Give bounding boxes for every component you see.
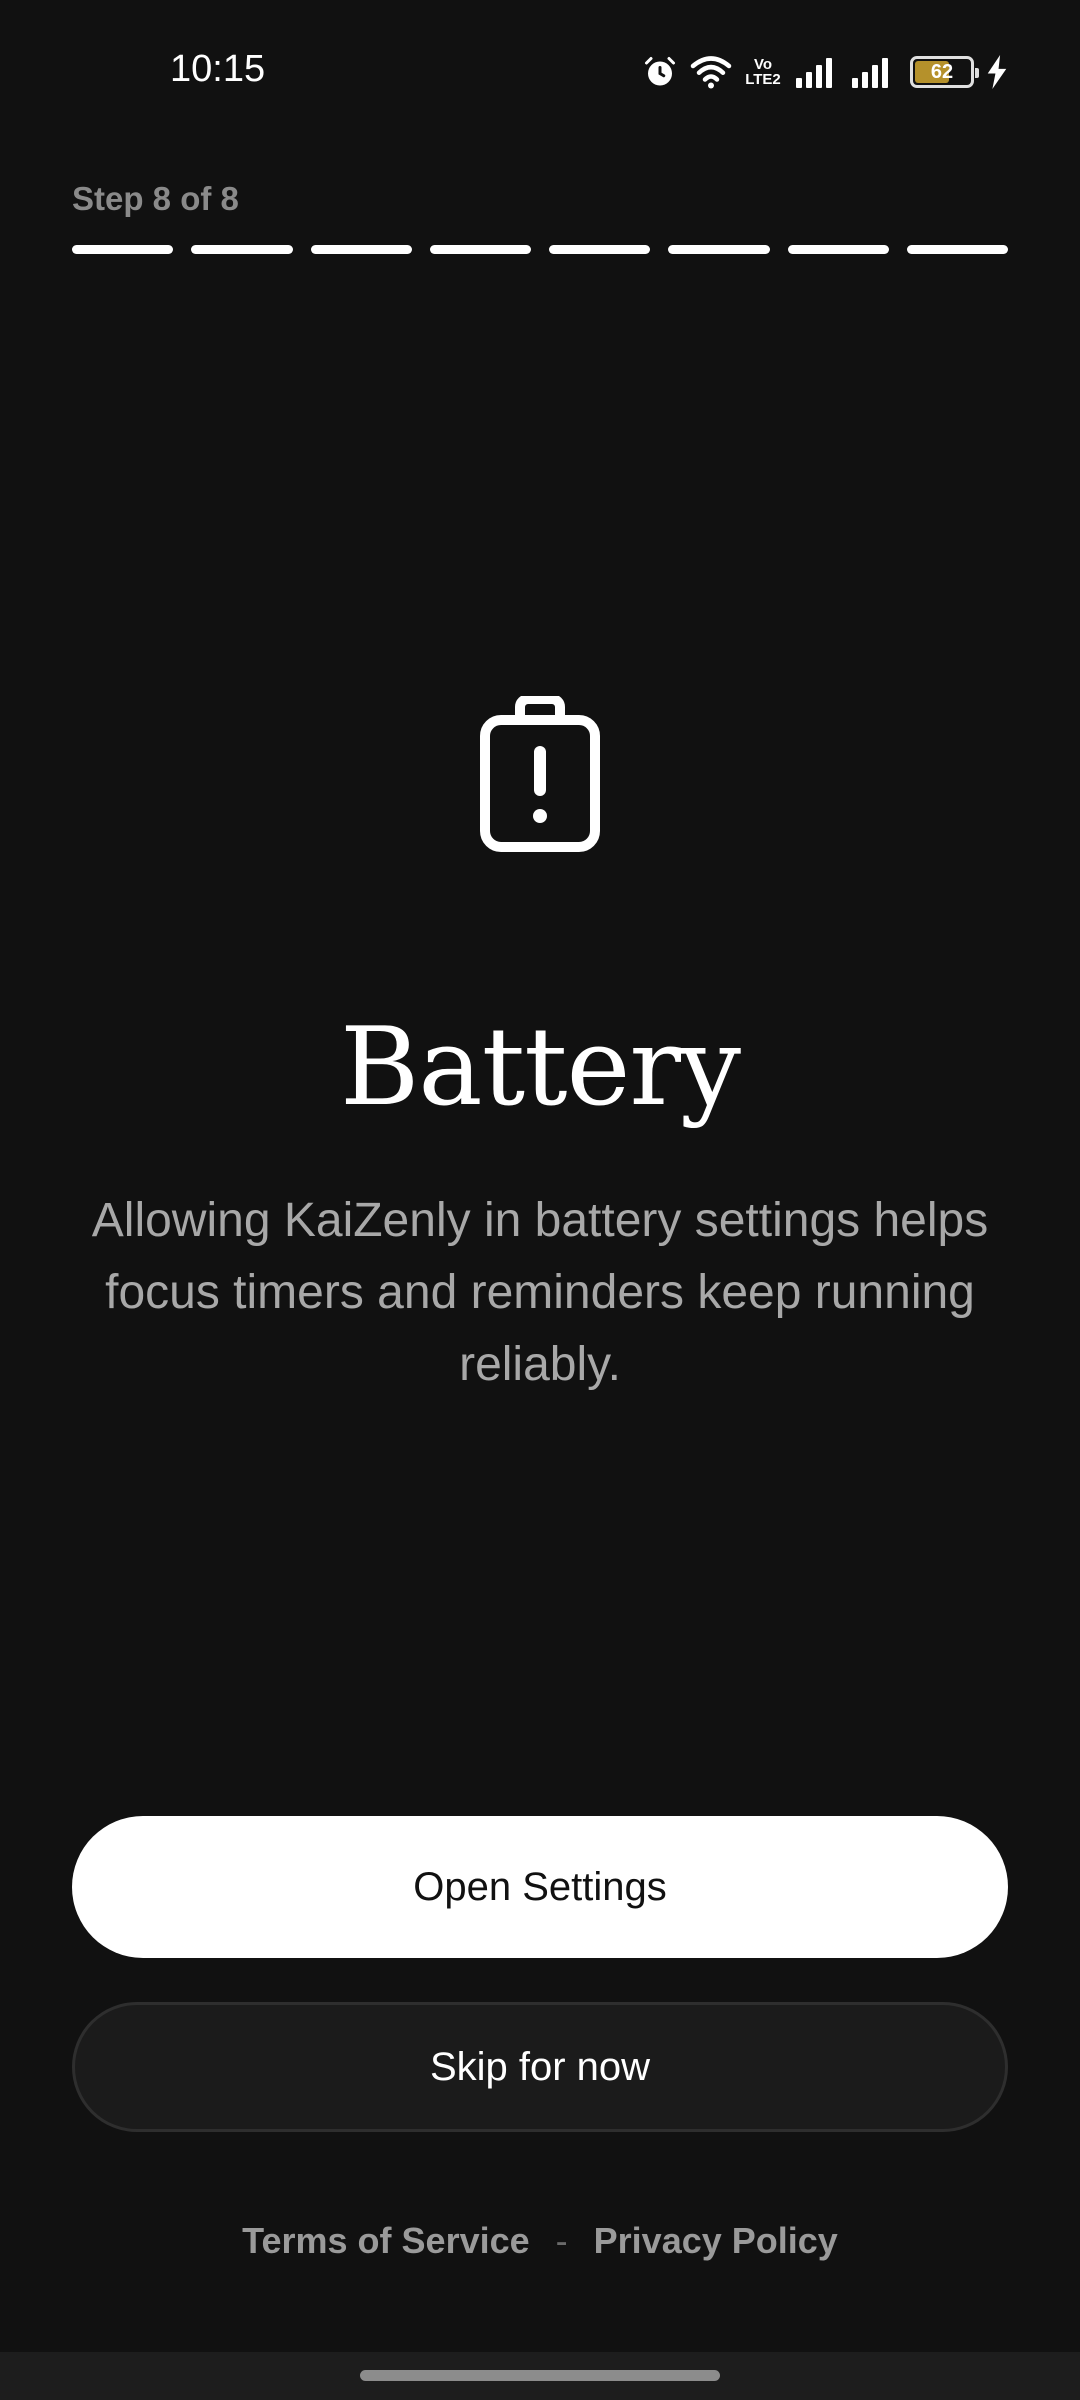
footer-separator: - [555, 2220, 568, 2261]
terms-of-service-link[interactable]: Terms of Service [242, 2220, 529, 2262]
volte-icon: Vo LTE2 [744, 57, 782, 87]
signal-icon [850, 56, 894, 88]
alarm-icon [642, 54, 678, 90]
signal-icon [794, 56, 838, 88]
system-navigation-bar [0, 2352, 1080, 2400]
progress-segment [668, 245, 770, 254]
step-indicator-label: Step 8 of 8 [72, 180, 239, 217]
open-settings-button[interactable]: Open Settings [72, 1816, 1008, 1958]
progress-segment [310, 245, 412, 254]
status-icons: Vo LTE2 62 [642, 50, 1008, 94]
page-description: Allowing KaiZenly in battery settings he… [91, 1194, 989, 1391]
progress-segment [549, 245, 651, 254]
progress-segment [787, 245, 889, 254]
footer-links: Terms of Service - Privacy Policy [0, 2220, 1080, 2262]
page-title: Battery [339, 1005, 741, 1130]
battery-icon: 62 [910, 56, 979, 88]
status-time: 10:15 [170, 48, 266, 90]
progress-segment [429, 245, 531, 254]
onboarding-screen: 10:15 Vo LTE2 62 Step 8 of 8 Battery All… [0, 0, 1080, 2400]
progress-segment [906, 245, 1008, 254]
battery-alert-icon [480, 694, 600, 852]
charging-icon [986, 55, 1008, 89]
skip-for-now-button[interactable]: Skip for now [72, 2002, 1008, 2132]
status-bar: 10:15 Vo LTE2 62 [0, 0, 1080, 140]
battery-level: 62 [930, 60, 954, 83]
progress-segment [191, 245, 293, 254]
step-progress-bar [72, 245, 1008, 254]
home-gesture-handle[interactable] [360, 2370, 720, 2381]
privacy-policy-link[interactable]: Privacy Policy [594, 2220, 838, 2262]
progress-segment [72, 245, 174, 254]
wifi-icon [690, 54, 732, 90]
volte-label-bottom: LTE2 [745, 71, 781, 88]
